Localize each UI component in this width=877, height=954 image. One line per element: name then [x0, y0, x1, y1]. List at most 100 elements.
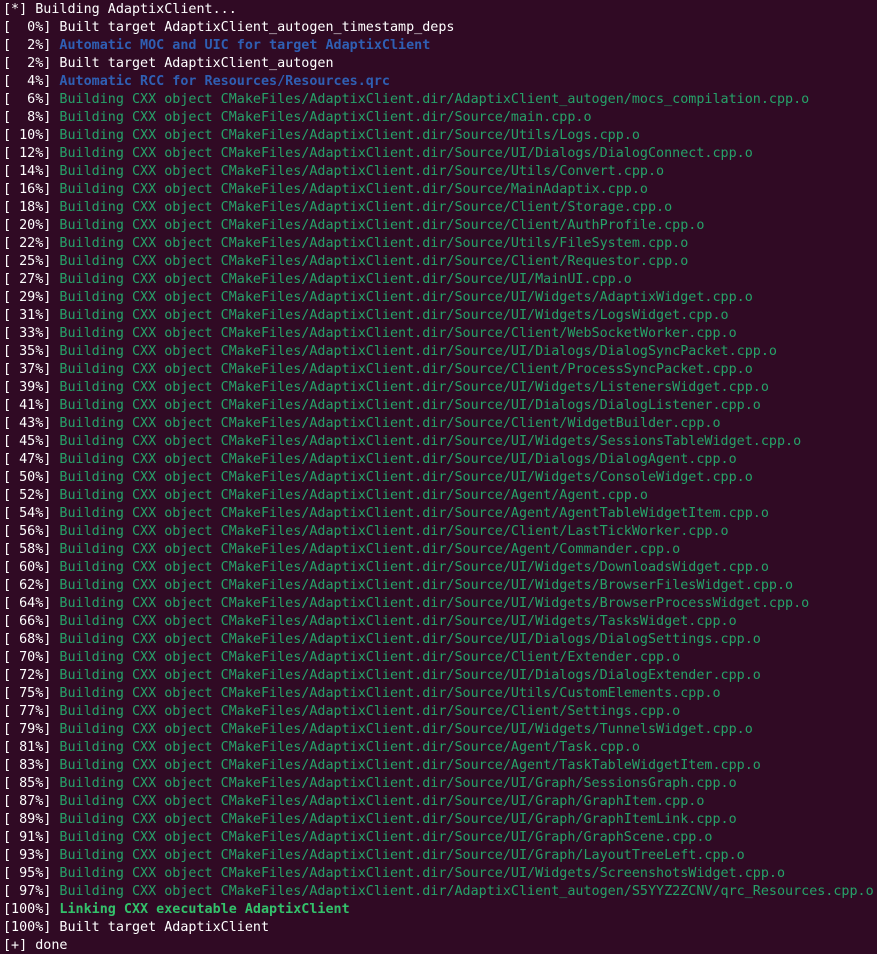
terminal-line: [*] Building AdaptixClient...	[3, 1, 877, 19]
terminal-line: [ 89%] Building CXX object CMakeFiles/Ad…	[3, 811, 877, 829]
line-prefix: [ 70%]	[3, 650, 52, 665]
line-message: Building CXX object CMakeFiles/AdaptixCl…	[51, 758, 761, 773]
terminal-line: [ 8%] Building CXX object CMakeFiles/Ada…	[3, 109, 877, 127]
line-prefix: [ 47%]	[3, 452, 52, 467]
terminal-line: [ 77%] Building CXX object CMakeFiles/Ad…	[3, 703, 877, 721]
line-prefix: [ 27%]	[3, 272, 52, 287]
terminal-line: [ 87%] Building CXX object CMakeFiles/Ad…	[3, 793, 877, 811]
terminal-line: [ 0%] Built target AdaptixClient_autogen…	[3, 19, 877, 37]
line-prefix: [ 60%]	[3, 560, 52, 575]
terminal-line: [ 2%] Built target AdaptixClient_autogen	[3, 55, 877, 73]
line-prefix: [ 56%]	[3, 524, 52, 539]
terminal-line: [ 10%] Building CXX object CMakeFiles/Ad…	[3, 127, 877, 145]
terminal-output[interactable]: [*] Building AdaptixClient...[ 0%] Built…	[0, 0, 877, 954]
line-prefix: [ 68%]	[3, 632, 52, 647]
line-message: Building CXX object CMakeFiles/AdaptixCl…	[51, 164, 665, 179]
line-prefix: [ 75%]	[3, 686, 52, 701]
line-prefix: [ 91%]	[3, 830, 52, 845]
line-prefix: [*]	[3, 2, 28, 17]
line-prefix: [ 29%]	[3, 290, 52, 305]
terminal-line: [ 64%] Building CXX object CMakeFiles/Ad…	[3, 595, 877, 613]
terminal-line: [ 85%] Building CXX object CMakeFiles/Ad…	[3, 775, 877, 793]
line-message: Building CXX object CMakeFiles/AdaptixCl…	[51, 632, 761, 647]
line-message: Building AdaptixClient...	[27, 2, 237, 17]
terminal-line: [ 60%] Building CXX object CMakeFiles/Ad…	[3, 559, 877, 577]
terminal-line: [ 95%] Building CXX object CMakeFiles/Ad…	[3, 865, 877, 883]
line-prefix: [ 41%]	[3, 398, 52, 413]
line-message: Building CXX object CMakeFiles/AdaptixCl…	[51, 128, 640, 143]
terminal-line: [ 81%] Building CXX object CMakeFiles/Ad…	[3, 739, 877, 757]
line-prefix: [ 87%]	[3, 794, 52, 809]
terminal-line: [ 6%] Building CXX object CMakeFiles/Ada…	[3, 91, 877, 109]
line-prefix: [ 33%]	[3, 326, 52, 341]
line-message: Built target AdaptixClient_autogen_times…	[51, 20, 455, 35]
line-message: Built target AdaptixClient	[51, 920, 270, 935]
terminal-line: [ 4%] Automatic RCC for Resources/Resour…	[3, 73, 877, 91]
line-message: Building CXX object CMakeFiles/AdaptixCl…	[51, 524, 729, 539]
line-message: Building CXX object CMakeFiles/AdaptixCl…	[51, 578, 794, 593]
line-message: Building CXX object CMakeFiles/AdaptixCl…	[51, 722, 753, 737]
line-message: Building CXX object CMakeFiles/AdaptixCl…	[51, 686, 721, 701]
terminal-line: [ 2%] Automatic MOC and UIC for target A…	[3, 37, 877, 55]
terminal-line: [ 91%] Building CXX object CMakeFiles/Ad…	[3, 829, 877, 847]
terminal-line: [ 66%] Building CXX object CMakeFiles/Ad…	[3, 613, 877, 631]
line-message: Building CXX object CMakeFiles/AdaptixCl…	[51, 218, 705, 233]
terminal-line: [ 22%] Building CXX object CMakeFiles/Ad…	[3, 235, 877, 253]
terminal-line: [ 75%] Building CXX object CMakeFiles/Ad…	[3, 685, 877, 703]
terminal-line: [ 93%] Building CXX object CMakeFiles/Ad…	[3, 847, 877, 865]
terminal-line: [100%] Built target AdaptixClient	[3, 919, 877, 937]
line-prefix: [ 22%]	[3, 236, 52, 251]
line-prefix: [ 16%]	[3, 182, 52, 197]
line-prefix: [ 14%]	[3, 164, 52, 179]
line-message: Building CXX object CMakeFiles/AdaptixCl…	[51, 884, 874, 899]
line-message: Building CXX object CMakeFiles/AdaptixCl…	[51, 254, 689, 269]
line-prefix: [ 89%]	[3, 812, 52, 827]
line-prefix: [ 10%]	[3, 128, 52, 143]
line-prefix: [100%]	[3, 902, 52, 917]
terminal-line: [ 54%] Building CXX object CMakeFiles/Ad…	[3, 505, 877, 523]
terminal-line: [ 18%] Building CXX object CMakeFiles/Ad…	[3, 199, 877, 217]
terminal-line: [ 14%] Building CXX object CMakeFiles/Ad…	[3, 163, 877, 181]
terminal-line: [100%] Linking CXX executable AdaptixCli…	[3, 901, 877, 919]
line-message: Building CXX object CMakeFiles/AdaptixCl…	[51, 92, 810, 107]
terminal-line: [ 16%] Building CXX object CMakeFiles/Ad…	[3, 181, 877, 199]
terminal-line: [ 33%] Building CXX object CMakeFiles/Ad…	[3, 325, 877, 343]
terminal-line: [ 25%] Building CXX object CMakeFiles/Ad…	[3, 253, 877, 271]
line-message: Building CXX object CMakeFiles/AdaptixCl…	[51, 596, 810, 611]
terminal-line: [ 27%] Building CXX object CMakeFiles/Ad…	[3, 271, 877, 289]
terminal-line: [ 83%] Building CXX object CMakeFiles/Ad…	[3, 757, 877, 775]
line-message: Building CXX object CMakeFiles/AdaptixCl…	[51, 812, 737, 827]
line-prefix: [ 95%]	[3, 866, 52, 881]
line-message: Building CXX object CMakeFiles/AdaptixCl…	[51, 776, 737, 791]
terminal-line: [ 47%] Building CXX object CMakeFiles/Ad…	[3, 451, 877, 469]
line-message: Automatic RCC for Resources/Resources.qr…	[51, 74, 390, 89]
line-prefix: [ 79%]	[3, 722, 52, 737]
line-prefix: [ 58%]	[3, 542, 52, 557]
line-prefix: [ 35%]	[3, 344, 52, 359]
line-prefix: [ 43%]	[3, 416, 52, 431]
line-message: Building CXX object CMakeFiles/AdaptixCl…	[51, 848, 745, 863]
line-prefix: [ 0%]	[3, 20, 52, 35]
line-prefix: [ 64%]	[3, 596, 52, 611]
line-prefix: [ 2%]	[3, 56, 52, 71]
line-message: Building CXX object CMakeFiles/AdaptixCl…	[51, 506, 769, 521]
line-message: Building CXX object CMakeFiles/AdaptixCl…	[51, 668, 761, 683]
terminal-line: [+] done	[3, 937, 877, 954]
line-message: Building CXX object CMakeFiles/AdaptixCl…	[51, 614, 737, 629]
line-message: Building CXX object CMakeFiles/AdaptixCl…	[51, 326, 737, 341]
line-message: Building CXX object CMakeFiles/AdaptixCl…	[51, 740, 640, 755]
terminal-line: [ 50%] Building CXX object CMakeFiles/Ad…	[3, 469, 877, 487]
line-message: Building CXX object CMakeFiles/AdaptixCl…	[51, 110, 592, 125]
line-prefix: [ 72%]	[3, 668, 52, 683]
line-message: Building CXX object CMakeFiles/AdaptixCl…	[51, 542, 681, 557]
line-prefix: [ 97%]	[3, 884, 52, 899]
line-message: Building CXX object CMakeFiles/AdaptixCl…	[51, 344, 777, 359]
line-prefix: [ 45%]	[3, 434, 52, 449]
line-message: Building CXX object CMakeFiles/AdaptixCl…	[51, 290, 753, 305]
line-message: done	[27, 938, 68, 953]
terminal-line: [ 97%] Building CXX object CMakeFiles/Ad…	[3, 883, 877, 901]
line-message: Building CXX object CMakeFiles/AdaptixCl…	[51, 146, 753, 161]
terminal-line: [ 68%] Building CXX object CMakeFiles/Ad…	[3, 631, 877, 649]
line-message: Building CXX object CMakeFiles/AdaptixCl…	[51, 560, 769, 575]
line-prefix: [ 4%]	[3, 74, 52, 89]
